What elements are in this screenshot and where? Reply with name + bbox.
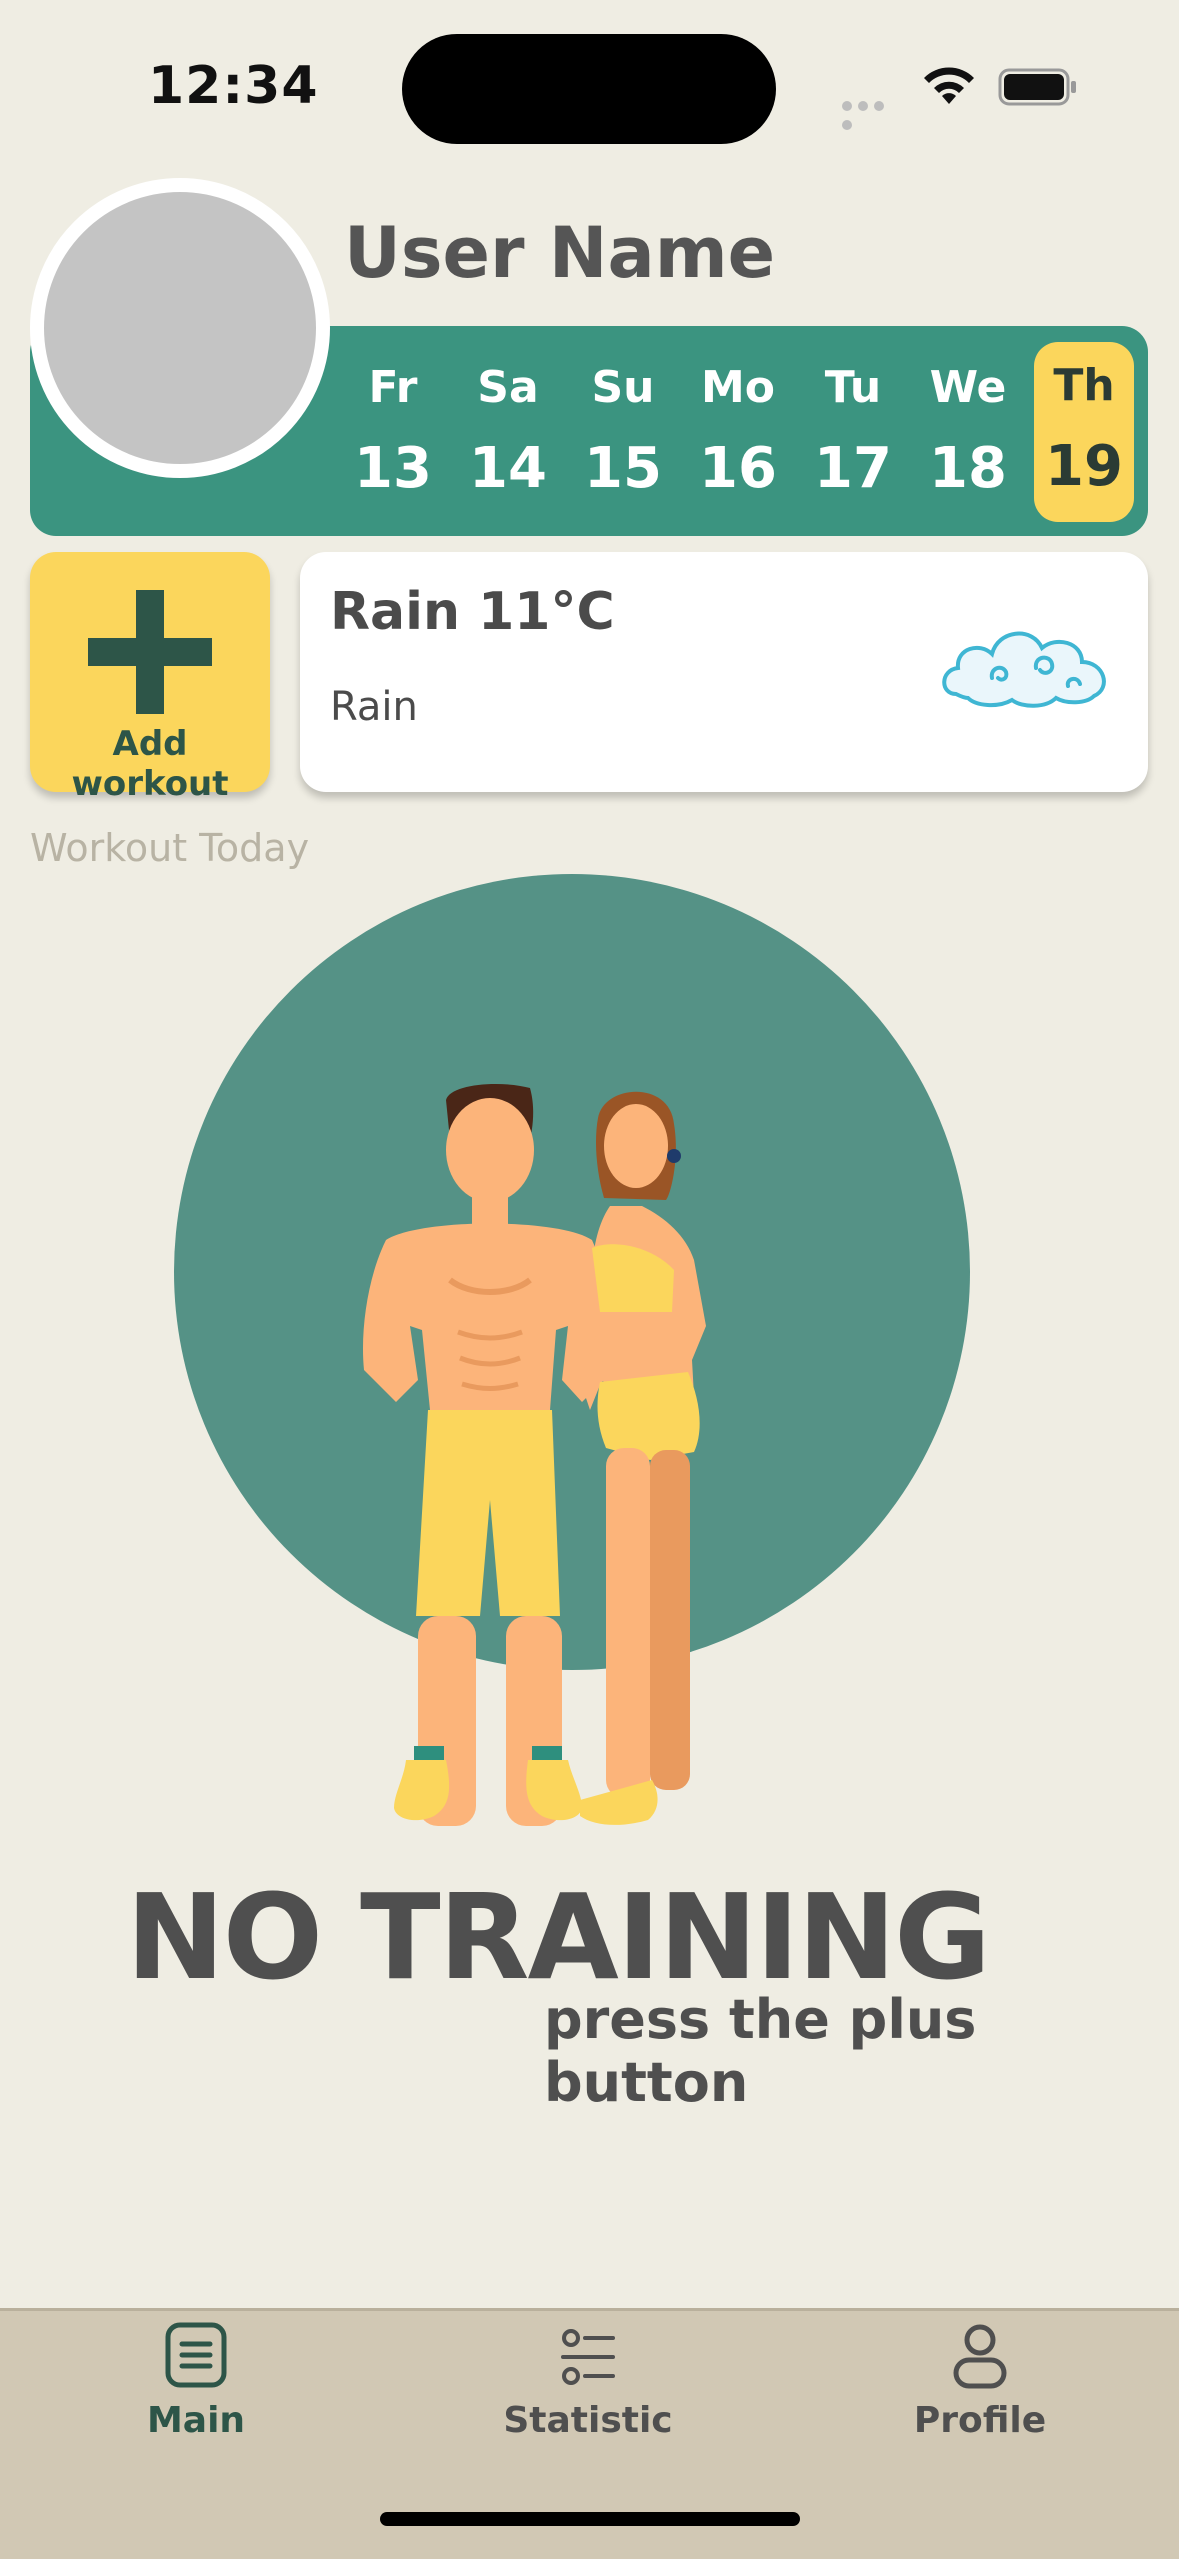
day-name: Fr [368,362,418,413]
empty-state-title: NO TRAINING [126,1868,991,2006]
day-number: 13 [354,436,432,501]
day-we[interactable]: We 18 [913,344,1023,522]
tab-label: Statistic [503,2400,673,2441]
day-number: 14 [469,436,547,501]
day-number: 19 [1045,434,1123,499]
cellular-signal-icon [842,96,904,130]
cloud-icon [942,631,1106,708]
day-name: Tu [824,362,882,413]
battery-icon [998,68,1076,106]
weather-title: Rain 11°C [330,582,615,642]
day-fr[interactable]: Fr 13 [338,344,448,522]
person-icon [953,2324,1007,2389]
day-number: 18 [929,436,1007,501]
wifi-icon [924,67,974,104]
tab-statistic[interactable]: Statistic [438,2320,738,2480]
add-workout-button[interactable]: Add workout [30,552,270,804]
dynamic-island [402,34,776,144]
day-su[interactable]: Su 15 [568,344,678,522]
fitness-couple-illustration [362,1084,706,1826]
day-name: Sa [477,362,539,413]
day-name: We [929,362,1007,413]
status-time: 12:34 [148,56,319,116]
woman-figure [580,1091,706,1825]
tab-label: Main [146,2400,246,2441]
day-number: 15 [584,436,662,501]
weather-condition: Rain [330,684,418,730]
day-tu[interactable]: Tu 17 [798,344,908,522]
avatar[interactable] [30,178,330,478]
weather-card: Rain 11°C Rain [300,552,1148,792]
day-name: Mo [700,362,775,413]
empty-state-hint: press the plus button [544,1988,977,2114]
home-indicator[interactable] [380,2512,800,2526]
user-name: User Name [344,212,776,294]
section-label: Workout Today [30,826,310,870]
day-number: 17 [814,436,892,501]
day-th-selected[interactable]: Th 19 [1034,342,1134,522]
tab-main[interactable]: Main [46,2320,346,2480]
sliders-icon [561,2329,615,2385]
day-sa[interactable]: Sa 14 [453,344,563,522]
tab-profile[interactable]: Profile [830,2320,1130,2480]
day-mo[interactable]: Mo 16 [683,344,793,522]
tab-label: Profile [913,2400,1047,2441]
day-name: Su [591,362,655,413]
man-figure [362,1084,616,1826]
day-number: 16 [699,436,777,501]
list-icon [165,2322,227,2388]
day-name: Th [1053,360,1115,411]
add-workout-label: Add workout [71,724,229,804]
